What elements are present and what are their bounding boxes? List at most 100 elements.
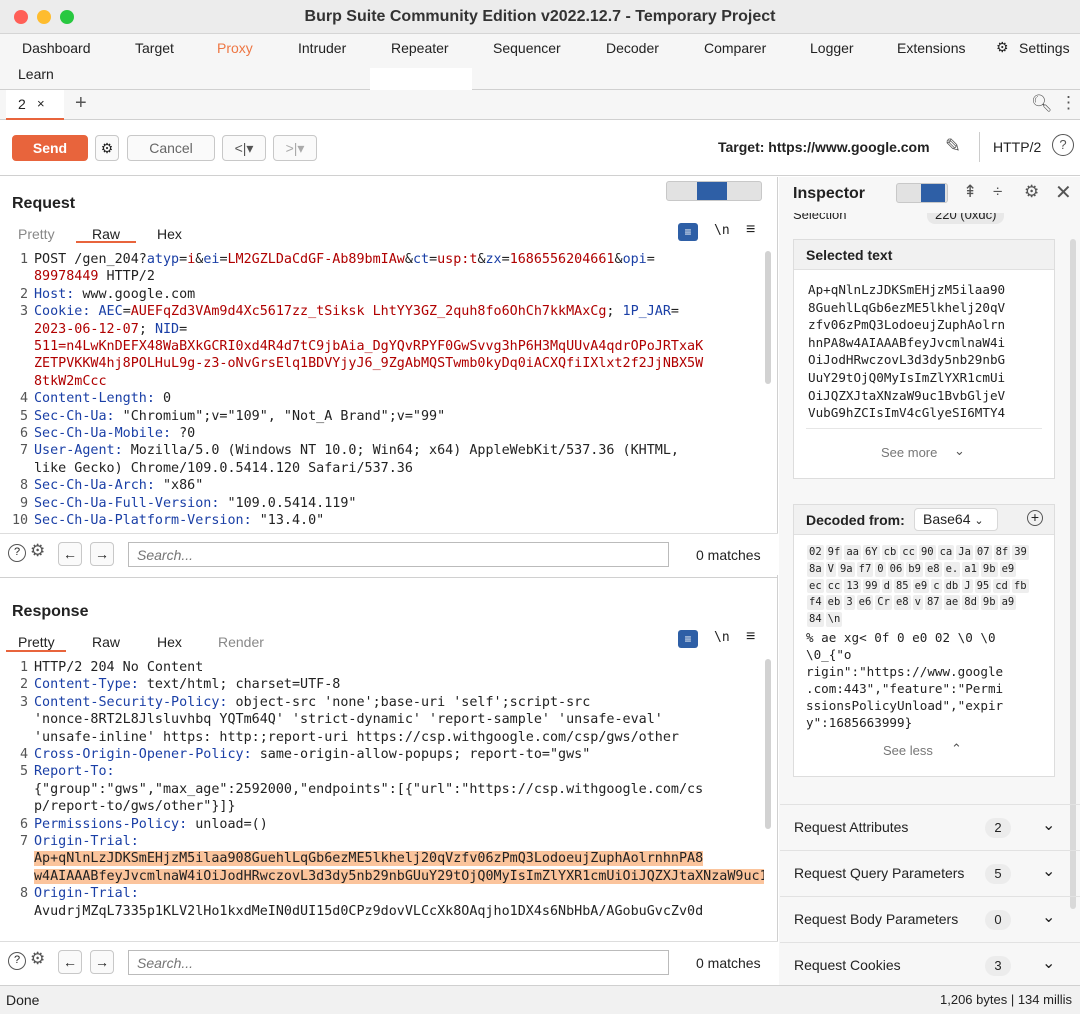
tab-learn[interactable]: Learn bbox=[18, 66, 54, 82]
tab-sequencer[interactable]: Sequencer bbox=[493, 40, 561, 56]
minimize-window-button[interactable] bbox=[37, 10, 51, 24]
search-icon[interactable]: 🔍︎ bbox=[1031, 94, 1053, 114]
pretty-print-icon[interactable]: ≡ bbox=[678, 223, 698, 241]
history-back-button[interactable]: <|▾ bbox=[222, 135, 266, 161]
edit-target-pencil-icon[interactable]: ✎ bbox=[945, 135, 961, 158]
layout-horizontal-icon[interactable] bbox=[697, 182, 727, 200]
close-subtab-icon[interactable]: × bbox=[37, 96, 45, 111]
layout-split-icon[interactable] bbox=[667, 182, 697, 200]
tab-extensions[interactable]: Extensions bbox=[897, 40, 965, 56]
decoded-line: rigin":"https://www.google bbox=[806, 663, 1004, 679]
tab-dashboard[interactable]: Dashboard bbox=[22, 40, 91, 56]
expand-all-icon[interactable]: ⇞ bbox=[963, 182, 977, 202]
chevron-up-icon[interactable]: ⌃ bbox=[1041, 213, 1051, 221]
more-vertical-icon[interactable]: ⋮ bbox=[1060, 93, 1077, 113]
request-cookies-section[interactable]: Request Cookies 3 ⌄ bbox=[780, 942, 1080, 988]
response-menu-icon[interactable]: ≡ bbox=[746, 628, 755, 646]
hex-byte: cc bbox=[825, 578, 843, 594]
decoded-text-content[interactable]: % ae xg< 0f 0 e0 02 \0 \0 \0_{"o rigin":"… bbox=[794, 628, 1054, 732]
response-tab-raw[interactable]: Raw bbox=[92, 634, 120, 650]
hex-byte: c bbox=[931, 578, 942, 594]
selected-text-content[interactable]: Ap+qNlnLzJDKSmEHjzM5ilaa90 8GuehlLqGb6ezM… bbox=[794, 270, 1054, 433]
help-icon[interactable]: ? bbox=[8, 952, 26, 970]
add-decoding-icon[interactable]: + bbox=[1027, 510, 1043, 526]
tab-target[interactable]: Target bbox=[135, 40, 174, 56]
hex-byte: 85 bbox=[893, 578, 911, 594]
hex-byte: 8d bbox=[962, 595, 979, 611]
request-scrollbar[interactable] bbox=[765, 251, 771, 384]
layout-single-icon[interactable] bbox=[727, 182, 757, 200]
code-line: 6 Permissions-Policy: unload=() bbox=[12, 816, 764, 833]
gear-icon[interactable]: ⚙ bbox=[1024, 182, 1039, 202]
help-icon[interactable]: ? bbox=[8, 544, 26, 562]
inspector-layout-right-icon[interactable] bbox=[921, 184, 945, 202]
request-query-parameters-section[interactable]: Request Query Parameters 5 ⌄ bbox=[780, 850, 1080, 896]
send-button[interactable]: Send bbox=[12, 135, 88, 161]
cancel-button[interactable]: Cancel bbox=[127, 135, 215, 161]
line-number: 7 bbox=[19, 834, 28, 850]
request-attributes-section[interactable]: Request Attributes 2 ⌄ bbox=[780, 804, 1080, 850]
request-tab-hex[interactable]: Hex bbox=[157, 226, 182, 242]
layout-toggle[interactable] bbox=[666, 181, 762, 201]
previous-match-button[interactable]: ← bbox=[58, 950, 82, 974]
hex-byte: Cr bbox=[875, 595, 892, 611]
gear-icon[interactable]: ⚙ bbox=[30, 541, 45, 561]
history-forward-button[interactable]: >|▾ bbox=[273, 135, 317, 161]
next-match-button[interactable]: → bbox=[90, 950, 114, 974]
request-editor[interactable]: 1 POST /gen_204?atyp=i&ei=LM2GZLDaCdGF-Ab… bbox=[12, 251, 764, 529]
request-tab-pretty[interactable]: Pretty bbox=[18, 226, 55, 242]
tab-logger[interactable]: Logger bbox=[810, 40, 854, 56]
inspector-layout-toggle[interactable] bbox=[896, 183, 948, 203]
chevron-down-icon[interactable]: ⌄ bbox=[1042, 815, 1055, 835]
hex-byte: \n bbox=[825, 612, 843, 627]
previous-match-button[interactable]: ← bbox=[58, 542, 82, 566]
chevron-down-icon[interactable]: ⌄ bbox=[954, 443, 965, 459]
tab-proxy[interactable]: Proxy bbox=[217, 40, 253, 56]
pretty-print-icon[interactable]: ≡ bbox=[678, 630, 698, 648]
hex-byte: fb bbox=[1011, 578, 1029, 594]
request-search-input[interactable] bbox=[128, 542, 669, 567]
see-more-button[interactable]: See more bbox=[881, 445, 937, 460]
protocol-label[interactable]: HTTP/2 bbox=[993, 139, 1041, 155]
maximize-window-button[interactable] bbox=[60, 10, 74, 24]
help-icon[interactable]: ? bbox=[1052, 134, 1074, 156]
decoding-select[interactable]: Base64 ⌄ bbox=[914, 508, 998, 531]
chevron-down-icon[interactable]: ⌄ bbox=[1042, 907, 1055, 927]
collapse-all-icon[interactable]: ÷ bbox=[993, 182, 1002, 202]
request-menu-icon[interactable]: ≡ bbox=[746, 221, 755, 239]
request-tab-raw[interactable]: Raw bbox=[92, 226, 120, 242]
show-newlines-toggle[interactable]: \n bbox=[714, 223, 730, 238]
main-tab-bar: Dashboard Target Proxy Intruder Repeater… bbox=[0, 34, 1080, 96]
chevron-up-icon[interactable]: ⌃ bbox=[951, 741, 962, 757]
chevron-down-icon[interactable]: ⌄ bbox=[1042, 953, 1055, 973]
tab-comparer[interactable]: Comparer bbox=[704, 40, 766, 56]
repeater-subtab-2[interactable]: 2 × bbox=[6, 90, 64, 120]
request-match-count: 0 matches bbox=[696, 547, 761, 563]
chevron-down-icon[interactable]: ⌄ bbox=[1042, 861, 1055, 881]
inspector-layout-left-icon[interactable] bbox=[897, 184, 921, 202]
close-window-button[interactable] bbox=[14, 10, 28, 24]
add-tab-icon[interactable]: + bbox=[75, 92, 87, 115]
response-tab-pretty[interactable]: Pretty bbox=[18, 634, 55, 650]
response-search-input[interactable] bbox=[128, 950, 669, 975]
response-tab-render[interactable]: Render bbox=[218, 634, 264, 650]
tab-repeater[interactable]: Repeater bbox=[391, 40, 449, 56]
send-options-gear-icon[interactable]: ⚙ bbox=[95, 135, 119, 161]
close-inspector-icon[interactable]: ✕ bbox=[1055, 180, 1072, 205]
tab-settings[interactable]: Settings bbox=[1019, 40, 1070, 56]
response-scrollbar[interactable] bbox=[765, 659, 771, 829]
request-body-parameters-section[interactable]: Request Body Parameters 0 ⌄ bbox=[780, 896, 1080, 942]
response-editor[interactable]: 1 HTTP/2 204 No Content 2 Content-Type: tex… bbox=[12, 659, 764, 937]
tab-decoder[interactable]: Decoder bbox=[606, 40, 659, 56]
decoded-line: ssionsPolicyUnload","expir bbox=[806, 697, 1004, 713]
see-less-button[interactable]: See less bbox=[883, 743, 933, 758]
code-line: 5 Sec-Ch-Ua: "Chromium";v="109", "Not_A B… bbox=[12, 408, 764, 425]
gear-icon[interactable]: ⚙ bbox=[30, 949, 45, 969]
response-tab-hex[interactable]: Hex bbox=[157, 634, 182, 650]
selected-text-title: Selected text bbox=[794, 240, 1054, 270]
show-newlines-toggle[interactable]: \n bbox=[714, 630, 730, 645]
code-line: 4 Cross-Origin-Opener-Policy: same-origin… bbox=[12, 746, 764, 763]
next-match-button[interactable]: → bbox=[90, 542, 114, 566]
toolbar-divider bbox=[979, 132, 980, 162]
tab-intruder[interactable]: Intruder bbox=[298, 40, 346, 56]
